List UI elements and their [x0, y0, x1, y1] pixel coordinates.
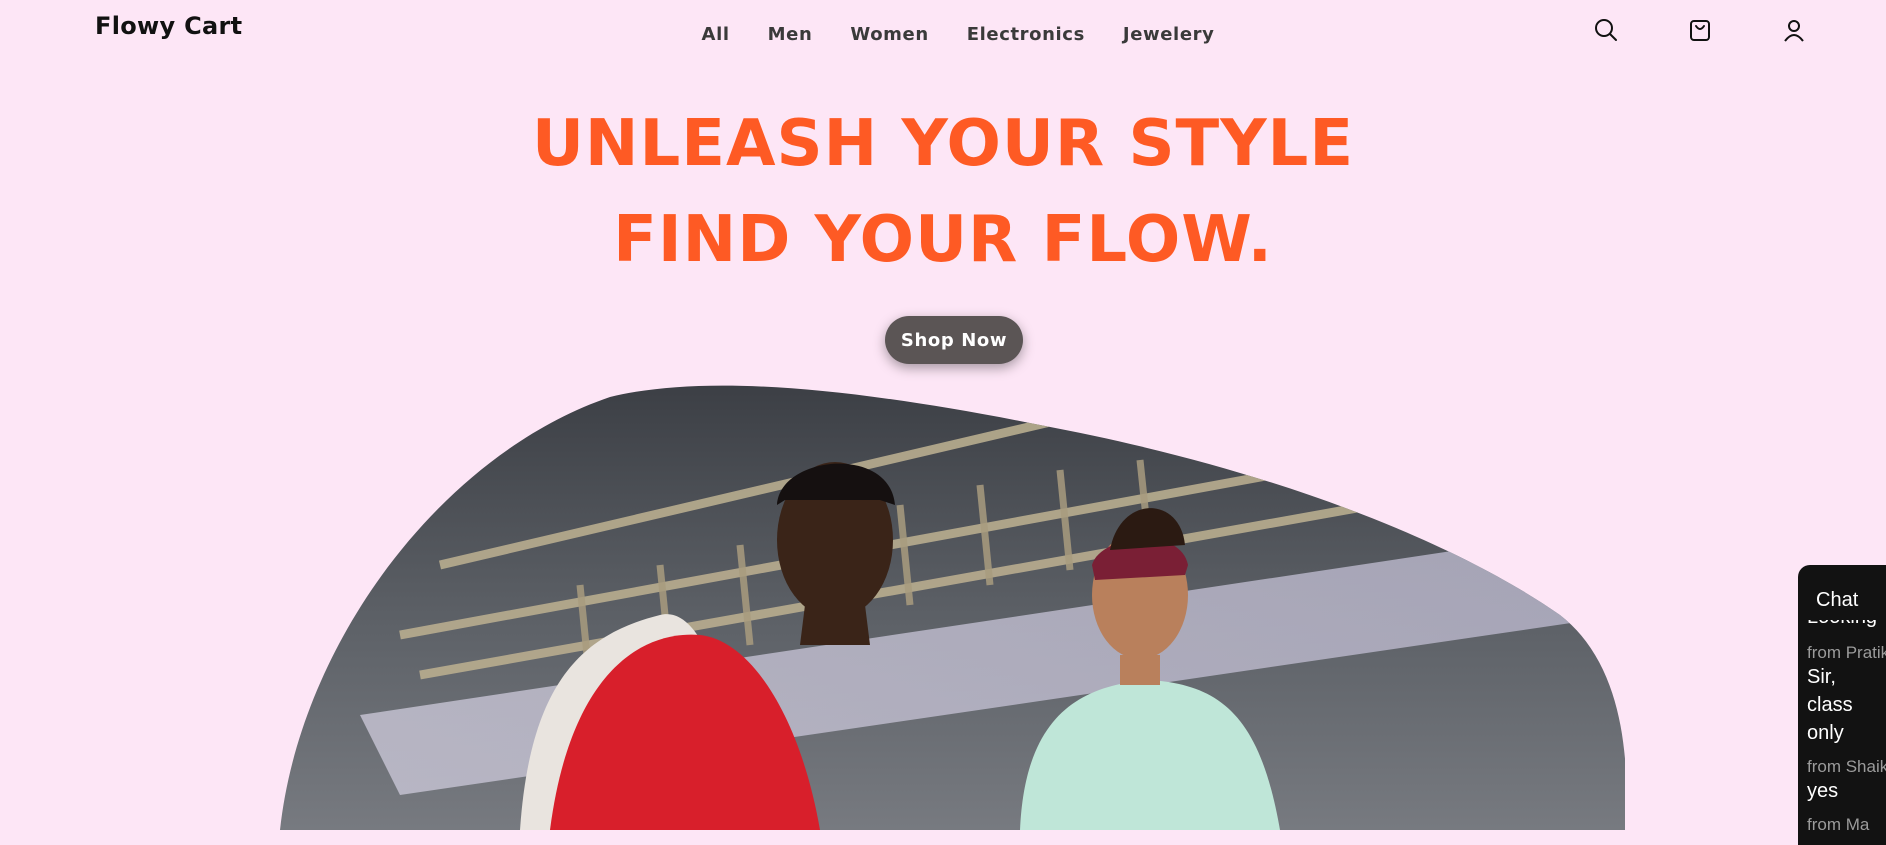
hero-headline-line1: UNLEASH YOUR STYLE: [531, 107, 1355, 181]
chat-text: yes: [1807, 780, 1839, 802]
chat-panel[interactable]: Chat Looking from Pratik Sir, class only…: [1798, 565, 1886, 845]
shopping-bag-icon: [1690, 20, 1710, 41]
nav-item-men[interactable]: Men: [768, 24, 813, 45]
search-button[interactable]: [1592, 16, 1620, 44]
chat-message-partial: Looking: [1807, 620, 1886, 629]
chat-message: from Pratik Sir, class only: [1807, 643, 1886, 747]
chat-sender: from Shaik: [1807, 757, 1886, 776]
account-button[interactable]: [1780, 16, 1808, 44]
hero-headline-line2: FIND YOUR FLOW.: [613, 203, 1273, 277]
nav-item-women[interactable]: Women: [850, 24, 928, 45]
chat-message-list[interactable]: Looking from Pratik Sir, class only from…: [1807, 620, 1886, 845]
hero-image: [280, 385, 1625, 830]
search-icon: [1595, 19, 1617, 41]
shop-now-button[interactable]: Shop Now: [885, 316, 1023, 364]
chat-message: from Shaik yes: [1807, 757, 1886, 805]
user-icon: [1784, 20, 1804, 42]
chat-sender: from Pratik: [1807, 643, 1886, 662]
chat-text: Sir, class only: [1807, 666, 1853, 744]
nav-item-all[interactable]: All: [702, 24, 730, 45]
nav-item-electronics[interactable]: Electronics: [967, 24, 1085, 45]
chat-sender: from Ma: [1807, 815, 1870, 834]
chat-title: Chat: [1816, 589, 1859, 611]
nav-item-jewelery[interactable]: Jewelery: [1123, 24, 1215, 45]
chat-message: from Ma: [1807, 815, 1886, 835]
cart-button[interactable]: [1686, 16, 1714, 44]
